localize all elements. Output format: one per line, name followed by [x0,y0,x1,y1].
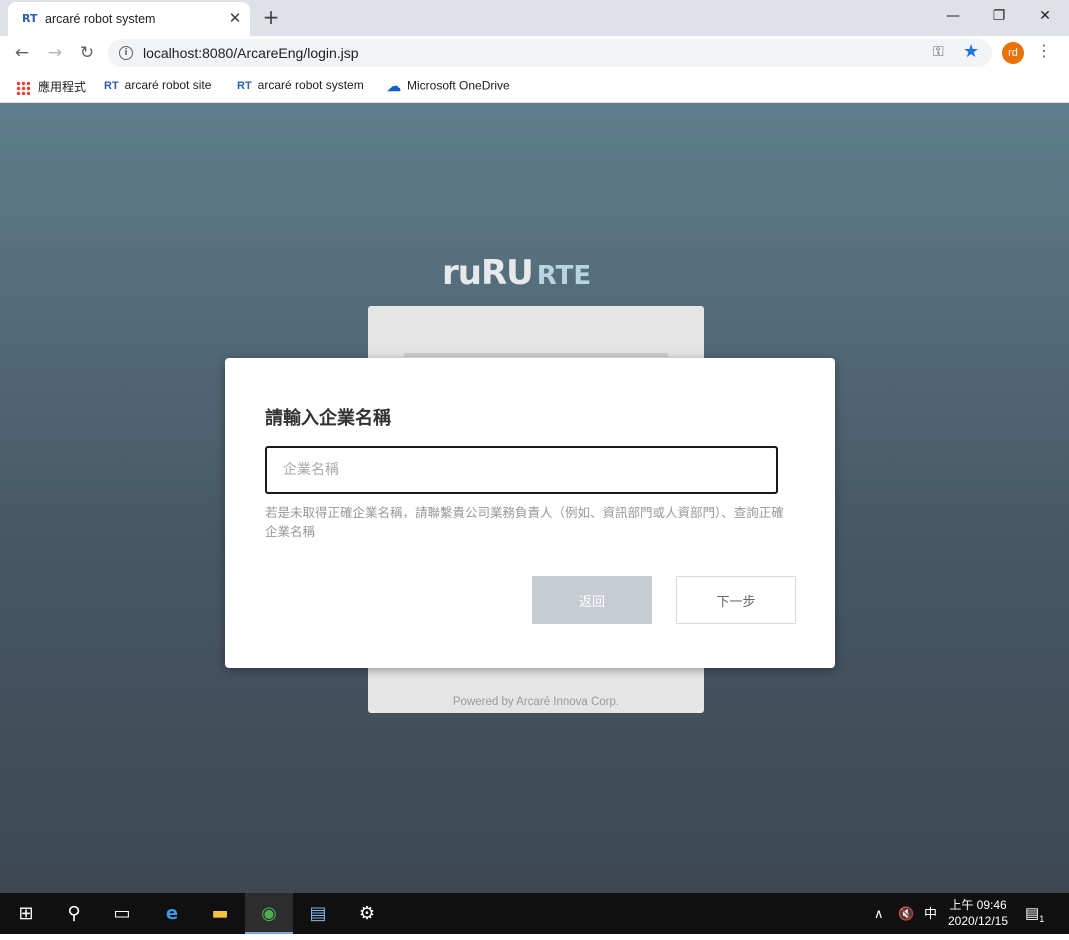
login-page: ruRU RTE Powered by Arcaré Innova Corp. 請… [0,103,1069,893]
next-button[interactable]: 下一步 [676,576,796,624]
bookmark-star-icon[interactable]: ★ [963,41,979,62]
back-button[interactable]: 返回 [532,576,652,624]
bookmark-apps[interactable]: 應用程式 [16,78,86,95]
chrome-icon[interactable]: ◉ [245,893,293,934]
powered-by-text: Powered by Arcaré Innova Corp. [452,696,620,708]
apps-grid-icon [16,80,30,95]
onedrive-icon: ☁ [387,78,401,94]
notification-center-icon[interactable]: ▤1 [1025,893,1044,934]
close-window-button[interactable]: ✕ [1022,4,1068,28]
forward-arrow-icon[interactable]: → [43,41,67,65]
minimize-button[interactable]: — [930,4,976,28]
info-icon[interactable]: i [119,46,133,60]
new-tab-button[interactable]: + [260,5,282,29]
bookmarks-bar: 應用程式 RT arcaré robot site RT arcaré robot … [0,70,1069,103]
key-icon[interactable]: ⚿ [933,44,944,60]
reload-icon[interactable]: ↻ [75,41,99,65]
rt-icon: RT [104,79,119,92]
task-view-icon[interactable]: ▭ [98,893,146,934]
windows-start-icon[interactable]: ⊞ [2,893,50,934]
ime-indicator[interactable]: 中 [924,893,937,934]
back-arrow-icon[interactable]: ← [10,41,34,65]
logo-text-main: ruRU [442,253,534,293]
browser-tab[interactable]: RT arcaré robot system ✕ [8,2,250,36]
rurute-logo: ruRU RTE [442,253,591,293]
volume-muted-icon[interactable]: 🔇 [898,893,914,934]
company-name-input[interactable] [265,446,778,494]
card-divider [404,353,668,357]
bookmark-label: arcaré robot site [124,78,212,92]
settings-gear-icon[interactable]: ⚙ [343,893,391,934]
tab-strip: RT arcaré robot system ✕ + — ❐ ✕ [0,0,1069,36]
file-explorer-icon[interactable]: ▬ [196,893,244,934]
bookmark-robot-system[interactable]: RT arcaré robot system [237,78,364,92]
url-text: localhost:8080/ArcareEng/login.jsp [143,45,359,61]
rt-icon: RT [237,79,252,92]
close-tab-icon[interactable]: ✕ [226,9,244,27]
bookmark-robot-site[interactable]: RT arcaré robot site [104,78,211,92]
logo-text-rte: RTE [536,261,592,291]
browser-toolbar: ← → ↻ i localhost:8080/ArcareEng/login.j… [0,36,1069,70]
company-name-dialog: 請輸入企業名稱 若是未取得正確企業名稱，請聯繫貴公司業務負責人（例如、資訊部門或… [225,358,835,668]
rt-favicon-icon: RT [22,12,38,25]
internet-explorer-icon[interactable]: e [148,893,196,934]
bookmark-onedrive[interactable]: ☁ Microsoft OneDrive [387,78,510,95]
search-icon[interactable]: ⚲ [50,893,98,934]
browser-menu-icon[interactable]: ⋮ [1036,41,1052,60]
show-hidden-icons-icon[interactable]: ∧ [874,893,884,934]
bookmark-label: arcaré robot system [257,78,364,92]
clock-time: 上午 09:46 [949,898,1007,912]
taskbar-clock[interactable]: 上午 09:46 2020/12/15 [938,897,1018,929]
notification-count: 1 [1039,914,1045,924]
clock-date: 2020/12/15 [947,914,1009,928]
tab-title: arcaré robot system [45,12,156,26]
profile-avatar[interactable]: rd [1002,42,1024,64]
bookmark-label: 應用程式 [38,80,87,94]
restore-button[interactable]: ❐ [976,4,1022,28]
network-app-icon[interactable]: ▤ [294,893,342,934]
windows-taskbar: ⊞ ⚲ ▭ e ▬ ◉ ▤ ⚙ ∧ 🔇 中 上午 09:46 2020/12/1… [0,893,1069,934]
address-bar[interactable]: i localhost:8080/ArcareEng/login.jsp ⚿ ★ [108,39,992,67]
bookmark-label: Microsoft OneDrive [407,78,510,93]
dialog-title: 請輸入企業名稱 [265,408,391,429]
dialog-hint: 若是未取得正確企業名稱，請聯繫貴公司業務負責人（例如、資訊部門或人資部門）、查詢… [265,505,784,539]
